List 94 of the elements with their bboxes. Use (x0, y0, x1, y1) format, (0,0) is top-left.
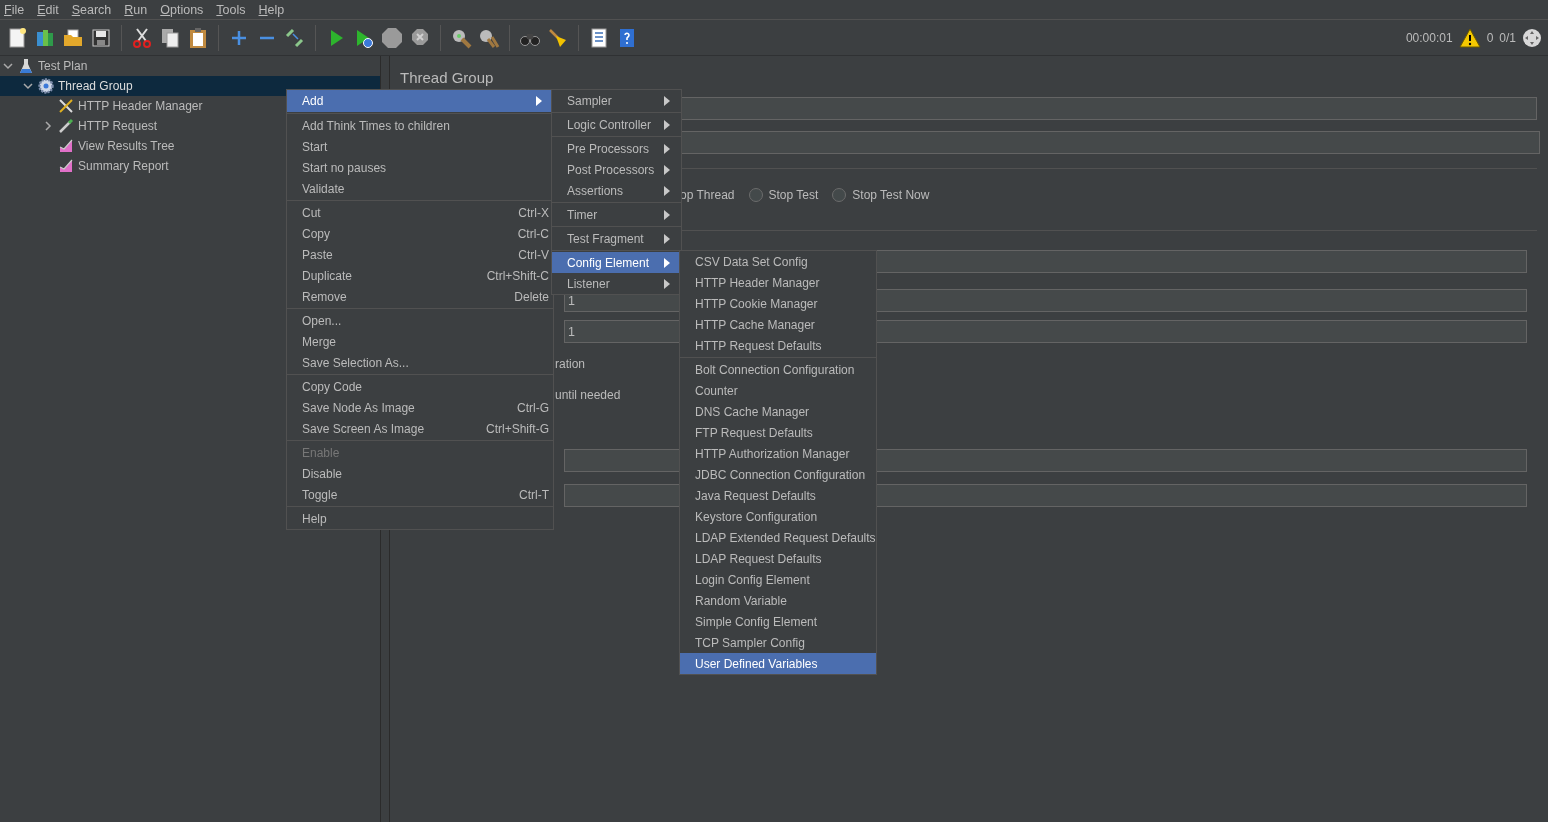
menu-item[interactable]: Validate (287, 178, 553, 199)
menu-item[interactable]: Add Think Times to children (287, 115, 553, 136)
menu-item[interactable]: Bolt Connection Configuration (680, 359, 876, 380)
chevron-down-icon[interactable] (2, 60, 14, 72)
thread-count: 0/1 (1499, 30, 1516, 45)
clipboard-icon[interactable] (187, 26, 209, 49)
menu-item[interactable]: Java Request Defaults (680, 485, 876, 506)
submenu-arrow-icon (663, 185, 671, 196)
field-label: ration (555, 357, 586, 371)
menu-item[interactable]: HTTP Authorization Manager (680, 443, 876, 464)
radio-button[interactable] (832, 188, 847, 202)
menu-item[interactable]: Open... (287, 310, 553, 331)
chart-icon (58, 138, 74, 154)
menu-item[interactable]: Config Element (552, 252, 681, 273)
menu-item[interactable]: Pre Processors (552, 138, 681, 159)
menu-item[interactable]: Copy Code (287, 376, 553, 397)
submenu-arrow-icon (663, 233, 671, 244)
copy-icon[interactable] (159, 26, 181, 49)
chevron-down-icon[interactable] (22, 80, 34, 92)
menu-item[interactable]: Simple Config Element (680, 611, 876, 632)
menu-item[interactable]: Toggle Ctrl-T (287, 484, 553, 505)
pencils-icon[interactable] (284, 26, 306, 49)
menu-item[interactable]: Copy Ctrl-C (287, 223, 553, 244)
menu-item[interactable]: Save Screen As Image Ctrl+Shift-G (287, 418, 553, 439)
warning-count: 0 (1486, 30, 1494, 45)
warning-icon[interactable] (1458, 27, 1481, 48)
menu-title[interactable]: Options (160, 2, 204, 17)
radio-button[interactable] (748, 188, 763, 202)
radio-label: Stop Test Now (852, 188, 930, 202)
pencil-icon (58, 118, 74, 134)
menu-item[interactable]: FTP Request Defaults (680, 422, 876, 443)
menu-item[interactable]: LDAP Request Defaults (680, 548, 876, 569)
tools-icon (58, 98, 74, 114)
submenu-arrow-icon (663, 95, 671, 106)
submenu-arrow-icon (535, 96, 543, 106)
submenu-arrow-icon (663, 119, 671, 130)
menu-item[interactable]: Assertions (552, 180, 681, 201)
field-label: until needed (555, 388, 621, 402)
menu-title[interactable]: File (4, 2, 25, 17)
menu-item[interactable]: Start no pauses (287, 157, 553, 178)
menu-title[interactable]: Tools (216, 2, 246, 17)
menu-item[interactable]: User Defined Variables (680, 653, 876, 674)
tree-item[interactable]: Thread Group (0, 76, 380, 96)
menu-item[interactable]: HTTP Cookie Manager (680, 293, 876, 314)
menu-item[interactable]: DNS Cache Manager (680, 401, 876, 422)
menu-item[interactable]: Help (287, 508, 553, 529)
menu-item[interactable]: LDAP Extended Request Defaults (680, 527, 876, 548)
menu-item[interactable]: Login Config Element (680, 569, 876, 590)
menu-item[interactable]: Remove Delete (287, 286, 553, 307)
menu-item[interactable]: Post Processors (552, 159, 681, 180)
menu-item[interactable]: Logic Controller (552, 114, 681, 135)
menu-item[interactable]: Timer (552, 204, 681, 225)
menu-title[interactable]: Edit (37, 2, 59, 17)
menu-title[interactable]: Help (258, 2, 285, 17)
menu-item[interactable]: Paste Ctrl-V (287, 244, 553, 265)
menu-title[interactable]: Search (71, 2, 112, 17)
scissors-icon[interactable] (131, 26, 153, 49)
menu-item[interactable]: CSV Data Set Config (680, 251, 876, 272)
broom-icon[interactable] (547, 26, 569, 49)
remote-status-icon[interactable] (1522, 27, 1542, 48)
submenu-arrow-icon (663, 209, 671, 220)
menu-item[interactable]: Keystore Configuration (680, 506, 876, 527)
menu-item[interactable]: Counter (680, 380, 876, 401)
menu-item[interactable]: Duplicate Ctrl+Shift-C (287, 265, 553, 286)
submenu-arrow-icon (663, 143, 671, 154)
folder-icon[interactable] (62, 26, 84, 49)
menu-item[interactable]: Save Node As Image Ctrl-G (287, 397, 553, 418)
menu-item[interactable]: Disable (287, 463, 553, 484)
menu-item[interactable]: Add (287, 90, 553, 112)
menu-item[interactable]: Merge (287, 331, 553, 352)
menu-item[interactable]: Cut Ctrl-X (287, 202, 553, 223)
chart-icon (58, 158, 74, 174)
menu-item[interactable]: Sampler (552, 90, 681, 111)
submenu-arrow-icon (663, 278, 671, 289)
menu-item[interactable]: Test Fragment (552, 228, 681, 249)
gear-icon (38, 78, 54, 94)
menu-item[interactable]: Save Selection As... (287, 352, 553, 373)
new-file-icon[interactable] (6, 26, 28, 49)
tree-item[interactable]: Test Plan (0, 56, 380, 76)
submenu-arrow-icon (663, 164, 671, 175)
menu-item[interactable]: JDBC Connection Configuration (680, 464, 876, 485)
submenu-arrow-icon (663, 257, 671, 268)
menu-item[interactable]: Random Variable (680, 590, 876, 611)
panel-title: Thread Group (400, 70, 495, 86)
elapsed-time: 00:00:01 (1405, 30, 1453, 45)
menu-item[interactable]: Start (287, 136, 553, 157)
menu-item[interactable]: TCP Sampler Config (680, 632, 876, 653)
flask-icon (18, 58, 34, 74)
save-icon[interactable] (90, 26, 112, 49)
menu-title[interactable]: Run (124, 2, 148, 17)
list-icon[interactable] (588, 26, 610, 49)
chevron-right-icon[interactable] (42, 120, 54, 132)
radio-label: Stop Test (768, 188, 819, 202)
stop-icon[interactable] (381, 26, 403, 49)
